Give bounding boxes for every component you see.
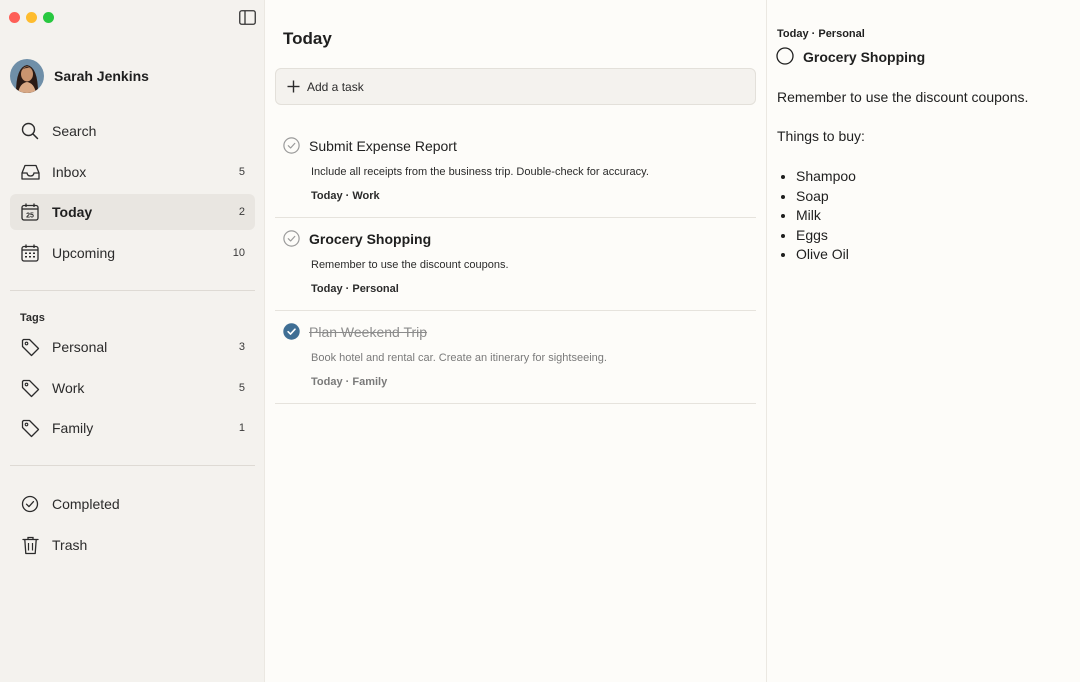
sidebar-item-count: 5 (238, 382, 245, 394)
task-meta: Today · Family (311, 376, 388, 388)
sidebar-item-count: 10 (232, 247, 245, 259)
page-title: Today (283, 29, 332, 48)
sidebar-item-count: 1 (238, 422, 245, 434)
detail-title[interactable]: Grocery Shopping (803, 49, 925, 65)
task-detail-panel: Today · Personal Grocery Shopping Rememb… (766, 0, 1080, 682)
sidebar-item-trash[interactable]: Trash (10, 527, 255, 563)
tag-icon (20, 337, 40, 357)
sidebar-item-label: Family (52, 420, 94, 436)
tag-icon (20, 378, 40, 398)
task-title: Grocery Shopping (309, 231, 432, 247)
sidebar-tag-work[interactable]: Work 5 (10, 370, 255, 406)
search-icon (20, 121, 40, 141)
detail-checkbox[interactable] (776, 47, 794, 65)
tag-icon (20, 418, 40, 438)
upcoming-icon (20, 243, 40, 263)
add-task-input[interactable]: Add a task (275, 68, 756, 105)
task-row[interactable]: Grocery Shopping Remember to use the dis… (275, 218, 756, 311)
task-title: Submit Expense Report (309, 138, 457, 154)
task-row[interactable]: Submit Expense Report Include all receip… (275, 125, 756, 218)
sidebar-tag-family[interactable]: Family 1 (10, 410, 255, 446)
sidebar-item-count: 5 (238, 166, 245, 178)
task-checkbox[interactable] (283, 137, 300, 154)
user-name: Sarah Jenkins (54, 68, 149, 84)
sidebar-item-label: Today (52, 204, 93, 220)
calendar-icon: 25 (20, 202, 40, 222)
sidebar-toggle-icon[interactable] (239, 10, 256, 25)
sidebar-item-today[interactable]: 25 Today 2 (10, 194, 255, 230)
sidebar-item-label: Upcoming (52, 245, 116, 261)
task-meta: Today · Work (311, 190, 380, 202)
minimize-window-button[interactable] (26, 12, 37, 23)
tags-heading: Tags (20, 312, 45, 324)
sidebar-item-search[interactable]: Search (10, 113, 255, 149)
task-meta: Today · Personal (311, 283, 399, 295)
task-title: Plan Weekend Trip (309, 324, 428, 340)
sidebar-divider (10, 465, 255, 466)
task-checkbox-checked[interactable] (283, 323, 300, 340)
sidebar: Sarah Jenkins Search Inbox 5 25 Today 2 … (0, 0, 265, 682)
detail-meta: Today · Personal (777, 28, 865, 40)
task-notes: Remember to use the discount coupons. (311, 259, 509, 271)
task-checkbox[interactable] (283, 230, 300, 247)
sidebar-item-label: Search (52, 123, 97, 139)
sidebar-item-label: Work (52, 380, 85, 396)
plus-icon (287, 80, 300, 93)
inbox-icon (20, 162, 40, 182)
task-notes: Include all receipts from the business t… (311, 166, 649, 178)
sidebar-item-count: 3 (238, 341, 245, 353)
list-item: Milk (796, 206, 1028, 226)
sidebar-item-completed[interactable]: Completed (10, 486, 255, 522)
check-circle-icon (20, 494, 40, 514)
sidebar-item-upcoming[interactable]: Upcoming 10 (10, 235, 255, 271)
window-controls (9, 12, 54, 23)
shopping-list: Shampoo Soap Milk Eggs Olive Oil (796, 167, 1028, 265)
trash-icon (20, 535, 40, 555)
detail-notes[interactable]: Remember to use the discount coupons. Th… (777, 89, 1028, 265)
sidebar-item-label: Inbox (52, 164, 87, 180)
add-task-placeholder: Add a task (307, 79, 364, 94)
list-item: Shampoo (796, 167, 1028, 187)
task-list-panel: Today Add a task Submit Expense Report I… (265, 0, 766, 682)
list-item: Eggs (796, 226, 1028, 246)
sidebar-item-count: 2 (238, 206, 245, 218)
sidebar-item-label: Personal (52, 339, 108, 355)
avatar (10, 59, 44, 93)
list-item: Soap (796, 187, 1028, 207)
calendar-day: 25 (26, 213, 34, 220)
detail-note-line: Remember to use the discount coupons. (777, 89, 1029, 105)
user-profile[interactable]: Sarah Jenkins (10, 59, 149, 93)
detail-list-heading: Things to buy: (777, 128, 865, 144)
sidebar-divider (10, 290, 255, 291)
sidebar-tag-personal[interactable]: Personal 3 (10, 329, 255, 365)
sidebar-item-label: Trash (52, 537, 88, 553)
sidebar-item-label: Completed (52, 496, 120, 512)
close-window-button[interactable] (9, 12, 20, 23)
maximize-window-button[interactable] (43, 12, 54, 23)
task-row[interactable]: Plan Weekend Trip Book hotel and rental … (275, 311, 756, 404)
sidebar-item-inbox[interactable]: Inbox 5 (10, 154, 255, 190)
task-notes: Book hotel and rental car. Create an iti… (311, 352, 607, 364)
list-item: Olive Oil (796, 245, 1028, 265)
